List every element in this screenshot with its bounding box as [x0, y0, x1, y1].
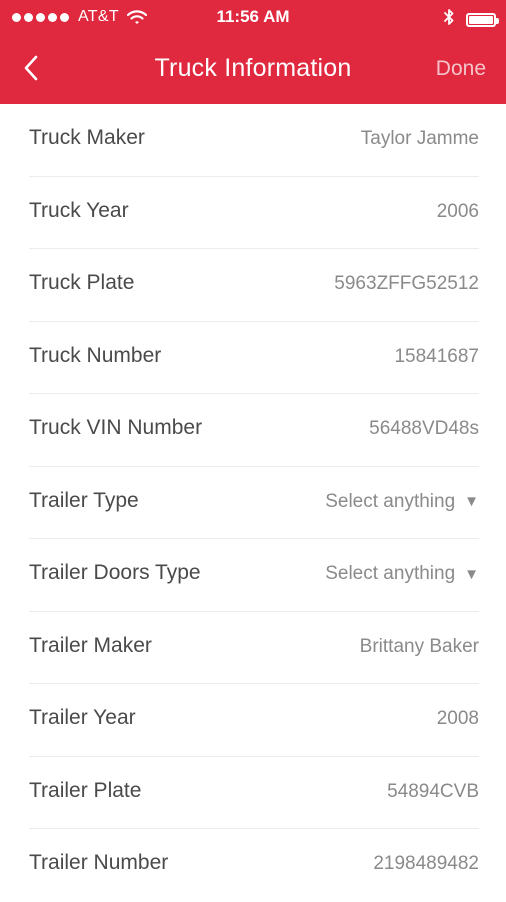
dropdown-select[interactable]: Select anything ▼	[325, 563, 479, 585]
page-title: Truck Information	[154, 54, 352, 82]
list-row[interactable]: Trailer Type Select anything ▼	[29, 467, 479, 539]
bluetooth-icon	[444, 8, 454, 31]
battery-icon	[466, 12, 499, 27]
status-right	[444, 8, 499, 31]
list-row[interactable]: Trailer Plate 54894CVB	[29, 757, 479, 829]
list-row[interactable]: Trailer Year 2008	[29, 684, 479, 757]
list-row[interactable]: Truck Maker Taylor Jamme	[29, 104, 479, 177]
value-text: Brittany Baker	[359, 635, 479, 657]
value-text: Taylor Jamme	[360, 128, 479, 149]
row-label: Truck Number	[29, 343, 162, 367]
row-label: Truck VIN Number	[29, 416, 203, 439]
app-header: AT&T 11:56 AM Truck Information Done	[0, 0, 506, 104]
value-text: 2198489482	[373, 853, 479, 874]
status-bar: AT&T 11:56 AM	[0, 0, 506, 36]
dropdown-placeholder: Select anything	[325, 563, 456, 584]
status-time: 11:56 AM	[216, 7, 290, 26]
caret-down-icon: ▼	[464, 565, 479, 583]
value-text: 54894CVB	[387, 780, 479, 802]
list-row[interactable]: Trailer Doors Type Select anything ▼	[29, 539, 479, 612]
list-row[interactable]: Truck Number 15841687	[29, 322, 479, 394]
nav-bar: Truck Information Done	[0, 36, 506, 104]
row-value: 15841687	[394, 346, 479, 368]
list-row[interactable]: Trailer Number 2198489482	[29, 829, 479, 902]
list-row[interactable]: Truck VIN Number 56488VD48s	[29, 394, 479, 467]
dropdown-placeholder: Select anything	[325, 490, 456, 512]
list-row[interactable]: Truck Plate 5963ZFFG52512	[29, 249, 479, 322]
value-text: 2008	[436, 708, 479, 729]
row-label: Trailer Plate	[29, 778, 142, 802]
row-label: Trailer Year	[29, 706, 136, 729]
value-text: 15841687	[394, 345, 479, 367]
value-text: 56488VD48s	[369, 418, 479, 439]
value-text: 5963ZFFG52512	[334, 273, 479, 294]
list-row[interactable]: Truck Year 2006	[29, 177, 479, 249]
row-label: Trailer Maker	[29, 633, 152, 657]
dropdown-select[interactable]: Select anything ▼	[325, 491, 479, 513]
truck-info-list: Truck Maker Taylor Jamme Truck Year 2006 Tru…	[0, 104, 506, 902]
battery-tip	[496, 17, 499, 24]
caret-down-icon: ▼	[464, 493, 479, 510]
value-text: 2006	[436, 200, 479, 222]
row-label: Trailer Number	[29, 851, 169, 874]
row-value: 2008	[437, 708, 479, 730]
row-value: Brittany Baker	[360, 636, 479, 658]
done-button[interactable]: Done	[436, 57, 486, 81]
row-label: Trailer Doors Type	[29, 561, 201, 584]
row-value: 2198489482	[373, 853, 479, 875]
battery-fill	[469, 15, 493, 24]
row-value: 54894CVB	[387, 781, 479, 803]
row-value: 5963ZFFG52512	[334, 273, 479, 295]
row-label: Trailer Type	[29, 488, 139, 512]
row-label: Truck Year	[29, 198, 129, 222]
list-row[interactable]: Trailer Maker Brittany Baker	[29, 612, 479, 684]
row-value: Taylor Jamme	[361, 128, 479, 150]
row-value: 2006	[437, 201, 479, 223]
row-label: Truck Maker	[29, 126, 145, 149]
row-value: 56488VD48s	[369, 418, 479, 440]
row-label: Truck Plate	[29, 271, 135, 294]
